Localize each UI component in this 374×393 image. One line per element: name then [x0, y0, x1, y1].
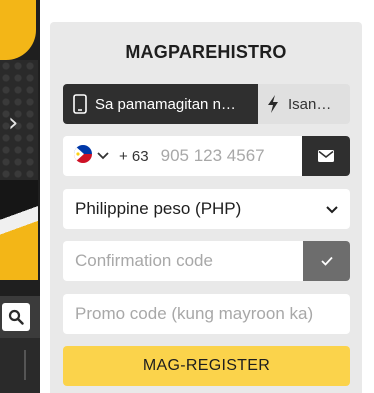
banner-pattern	[0, 60, 38, 180]
register-button[interactable]: MAG-REGISTER	[63, 346, 350, 386]
background-footer	[0, 338, 40, 393]
currency-select[interactable]: Philippine peso (PHP)	[63, 189, 350, 229]
phone-field: + 63	[63, 136, 350, 176]
registration-tabs: Sa pamamagitan n… Isan…	[63, 84, 350, 124]
tab-by-phone[interactable]: Sa pamamagitan n…	[63, 84, 258, 124]
lightning-icon	[266, 94, 280, 114]
chevron-down-icon	[326, 199, 338, 219]
chevron-down-icon	[97, 147, 109, 165]
currency-value: Philippine peso (PHP)	[75, 199, 242, 218]
page-edge	[362, 0, 374, 393]
promo-field	[63, 294, 350, 334]
envelope-icon	[318, 150, 334, 162]
dial-code: + 63	[119, 147, 149, 165]
confirmation-code-input[interactable]	[63, 251, 293, 271]
checkmark-icon	[320, 256, 333, 266]
phone-number-input[interactable]	[160, 146, 286, 166]
tab-one-click[interactable]: Isan…	[258, 84, 350, 124]
confirmation-field	[63, 241, 350, 281]
divider	[24, 350, 26, 380]
phone-icon	[73, 94, 87, 114]
search-button[interactable]	[2, 303, 30, 331]
banner-graphic	[0, 0, 36, 60]
modal-title: MAGPAREHISTRO	[125, 42, 287, 62]
tab-one-click-label: Isan…	[288, 95, 332, 113]
philippines-flag-icon	[73, 144, 93, 169]
search-icon	[8, 309, 24, 325]
tab-by-phone-label: Sa pamamagitan n…	[95, 95, 236, 113]
confirm-code-button[interactable]	[303, 241, 350, 281]
carousel-next-icon[interactable]: ›	[8, 108, 18, 138]
send-code-button[interactable]	[302, 136, 350, 176]
banner-stripes	[0, 180, 38, 280]
country-select[interactable]	[63, 136, 109, 176]
promo-code-input[interactable]	[63, 304, 343, 324]
